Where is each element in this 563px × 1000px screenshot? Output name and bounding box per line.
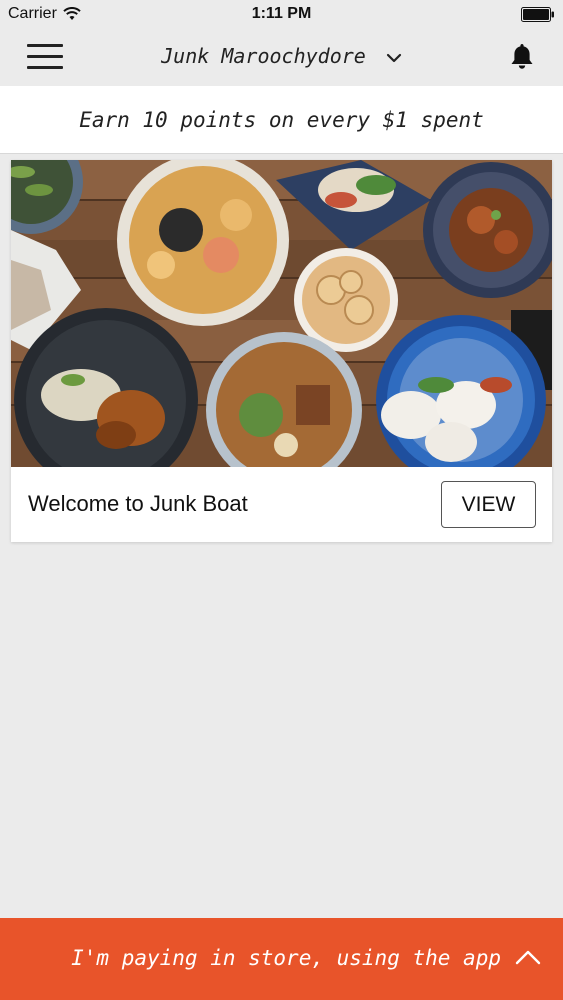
nav-bar: Junk Maroochydore bbox=[0, 30, 563, 86]
pay-in-store-bar[interactable]: I'm paying in store, using the app bbox=[0, 918, 563, 1000]
food-spread-photo bbox=[11, 160, 552, 467]
pay-in-store-label: I'm paying in store, using the app bbox=[71, 946, 501, 970]
location-selector[interactable]: Junk Maroochydore bbox=[0, 44, 563, 68]
card-title: Welcome to Junk Boat bbox=[28, 491, 248, 516]
status-time: 1:11 PM bbox=[251, 5, 312, 22]
points-banner-text: Earn 10 points on every $1 spent bbox=[79, 107, 484, 132]
bell-icon[interactable] bbox=[507, 41, 537, 71]
welcome-card[interactable]: Welcome to Junk Boat VIEW bbox=[11, 160, 552, 542]
view-button[interactable]: VIEW bbox=[441, 481, 536, 528]
points-banner: Earn 10 points on every $1 spent bbox=[0, 86, 563, 154]
chevron-down-icon bbox=[386, 53, 401, 62]
battery-icon bbox=[521, 7, 554, 22]
location-label: Junk Maroochydore bbox=[161, 44, 366, 68]
chevron-up-icon[interactable] bbox=[515, 948, 541, 966]
status-bar: Carrier 1:11 PM bbox=[0, 0, 563, 30]
